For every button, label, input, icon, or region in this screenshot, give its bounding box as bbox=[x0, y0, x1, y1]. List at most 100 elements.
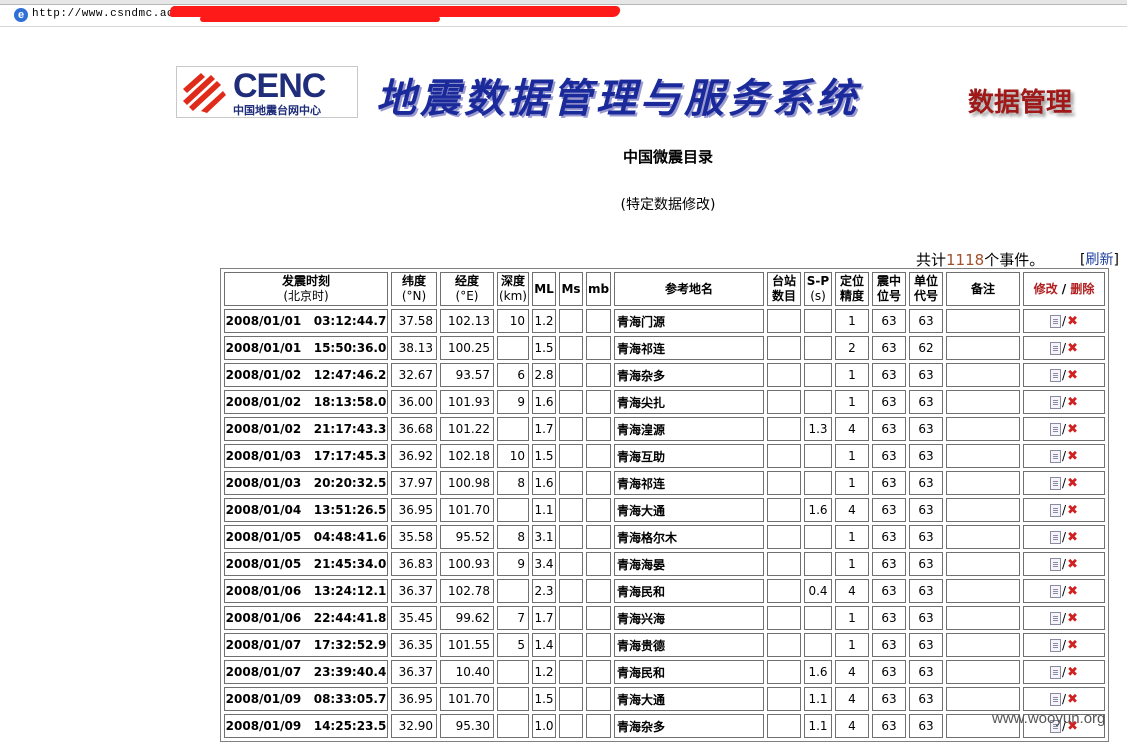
cell-unit: 63 bbox=[909, 444, 943, 468]
cell-ms bbox=[559, 633, 583, 657]
edit-icon[interactable] bbox=[1050, 422, 1062, 436]
cell-lat: 36.37 bbox=[391, 660, 437, 684]
cell-actions: /✖ bbox=[1023, 471, 1105, 495]
cell-precision: 1 bbox=[835, 525, 869, 549]
delete-icon[interactable]: ✖ bbox=[1067, 368, 1078, 383]
cell-ms bbox=[559, 552, 583, 576]
delete-icon[interactable]: ✖ bbox=[1067, 530, 1078, 545]
delete-icon[interactable]: ✖ bbox=[1067, 638, 1078, 653]
cell-ms bbox=[559, 579, 583, 603]
edit-icon[interactable] bbox=[1050, 584, 1062, 598]
delete-icon[interactable]: ✖ bbox=[1067, 476, 1078, 491]
cell-lat: 36.83 bbox=[391, 552, 437, 576]
cell-mb bbox=[586, 444, 611, 468]
cell-sp: 1.6 bbox=[804, 498, 832, 522]
cell-unit: 63 bbox=[909, 660, 943, 684]
edit-icon[interactable] bbox=[1050, 395, 1062, 409]
edit-icon[interactable] bbox=[1050, 341, 1062, 355]
cell-remarks bbox=[946, 309, 1020, 333]
cell-unit: 63 bbox=[909, 606, 943, 630]
delete-icon[interactable]: ✖ bbox=[1067, 422, 1078, 437]
cell-ml: 1.6 bbox=[532, 390, 556, 414]
cell-place: 青海兴海 bbox=[614, 606, 764, 630]
cell-stations bbox=[767, 660, 801, 684]
cell-ml: 1.0 bbox=[532, 714, 556, 738]
edit-icon[interactable] bbox=[1050, 557, 1062, 571]
browser-address-bar[interactable]: e http://www.csndmc.ac.cn/ bbox=[0, 0, 1127, 27]
cell-depth: 5 bbox=[497, 633, 529, 657]
cell-precision: 1 bbox=[835, 363, 869, 387]
delete-icon[interactable]: ✖ bbox=[1067, 314, 1078, 329]
cell-stations bbox=[767, 417, 801, 441]
cell-mb bbox=[586, 498, 611, 522]
refresh-link[interactable]: [刷新] bbox=[1080, 249, 1119, 269]
cell-lat: 32.67 bbox=[391, 363, 437, 387]
cell-lon: 100.25 bbox=[440, 336, 494, 360]
cell-unit: 63 bbox=[909, 498, 943, 522]
cell-remarks bbox=[946, 390, 1020, 414]
cell-mb bbox=[586, 363, 611, 387]
delete-icon[interactable]: ✖ bbox=[1067, 665, 1078, 680]
table-row: 2008/01/02 21:17:43.3 36.68 101.22 1.7 青海湟源 1… bbox=[224, 417, 1105, 441]
cell-lon: 101.22 bbox=[440, 417, 494, 441]
refresh-label[interactable]: 刷新 bbox=[1085, 252, 1113, 268]
cell-time: 2008/01/02 18:13:58.0 bbox=[224, 390, 388, 414]
edit-icon[interactable] bbox=[1050, 665, 1062, 679]
delete-icon[interactable]: ✖ bbox=[1067, 503, 1078, 518]
cell-remarks bbox=[946, 687, 1020, 711]
col-ms: Ms bbox=[559, 272, 583, 306]
cell-sp: 1.3 bbox=[804, 417, 832, 441]
cell-precision: 2 bbox=[835, 336, 869, 360]
logo-brand-text: CENC bbox=[233, 67, 326, 105]
edit-icon[interactable] bbox=[1050, 638, 1062, 652]
cell-epicenter: 63 bbox=[872, 309, 906, 333]
edit-icon[interactable] bbox=[1050, 368, 1062, 382]
cell-time: 2008/01/07 23:39:40.4 bbox=[224, 660, 388, 684]
edit-icon[interactable] bbox=[1050, 476, 1062, 490]
delete-icon[interactable]: ✖ bbox=[1067, 341, 1078, 356]
cell-depth: 10 bbox=[497, 444, 529, 468]
cell-ms bbox=[559, 444, 583, 468]
delete-icon[interactable]: ✖ bbox=[1067, 692, 1078, 707]
cell-ml: 1.2 bbox=[532, 309, 556, 333]
cell-actions: /✖ bbox=[1023, 606, 1105, 630]
edit-icon[interactable] bbox=[1050, 692, 1062, 706]
delete-icon[interactable]: ✖ bbox=[1067, 395, 1078, 410]
cell-place: 青海祁连 bbox=[614, 471, 764, 495]
table-row: 2008/01/02 12:47:46.2 32.67 93.57 6 2.8 青海杂多 1… bbox=[224, 363, 1105, 387]
delete-icon[interactable]: ✖ bbox=[1067, 611, 1078, 626]
cell-depth: 8 bbox=[497, 525, 529, 549]
cell-place: 青海互助 bbox=[614, 444, 764, 468]
cell-actions: /✖ bbox=[1023, 525, 1105, 549]
cenc-logo-icon bbox=[181, 71, 227, 113]
cell-unit: 63 bbox=[909, 390, 943, 414]
cell-lon: 10.40 bbox=[440, 660, 494, 684]
delete-icon[interactable]: ✖ bbox=[1067, 584, 1078, 599]
cell-lon: 102.78 bbox=[440, 579, 494, 603]
cell-lat: 36.00 bbox=[391, 390, 437, 414]
edit-icon[interactable] bbox=[1050, 503, 1062, 517]
delete-icon[interactable]: ✖ bbox=[1067, 449, 1078, 464]
edit-icon[interactable] bbox=[1050, 611, 1062, 625]
cell-precision: 4 bbox=[835, 579, 869, 603]
edit-icon[interactable] bbox=[1050, 314, 1062, 328]
event-total: 共计1118个事件。 bbox=[916, 249, 1044, 270]
edit-icon[interactable] bbox=[1050, 449, 1062, 463]
cell-place: 青海海晏 bbox=[614, 552, 764, 576]
cell-stations bbox=[767, 579, 801, 603]
cell-ms bbox=[559, 336, 583, 360]
logo-sub-text: 中国地震台网中心 bbox=[233, 104, 321, 117]
cell-ml: 2.3 bbox=[532, 579, 556, 603]
table-row: 2008/01/01 15:50:36.0 38.13 100.25 1.5 青海祁连 2… bbox=[224, 336, 1105, 360]
table-row: 2008/01/05 04:48:41.6 35.58 95.52 8 3.1 青海格尔木… bbox=[224, 525, 1105, 549]
cell-unit: 63 bbox=[909, 714, 943, 738]
cell-lon: 100.93 bbox=[440, 552, 494, 576]
col-place: 参考地名 bbox=[614, 272, 764, 306]
cell-stations bbox=[767, 309, 801, 333]
edit-icon[interactable] bbox=[1050, 530, 1062, 544]
cell-place: 青海门源 bbox=[614, 309, 764, 333]
delete-icon[interactable]: ✖ bbox=[1067, 557, 1078, 572]
cell-stations bbox=[767, 714, 801, 738]
cell-unit: 63 bbox=[909, 363, 943, 387]
cell-sp bbox=[804, 525, 832, 549]
